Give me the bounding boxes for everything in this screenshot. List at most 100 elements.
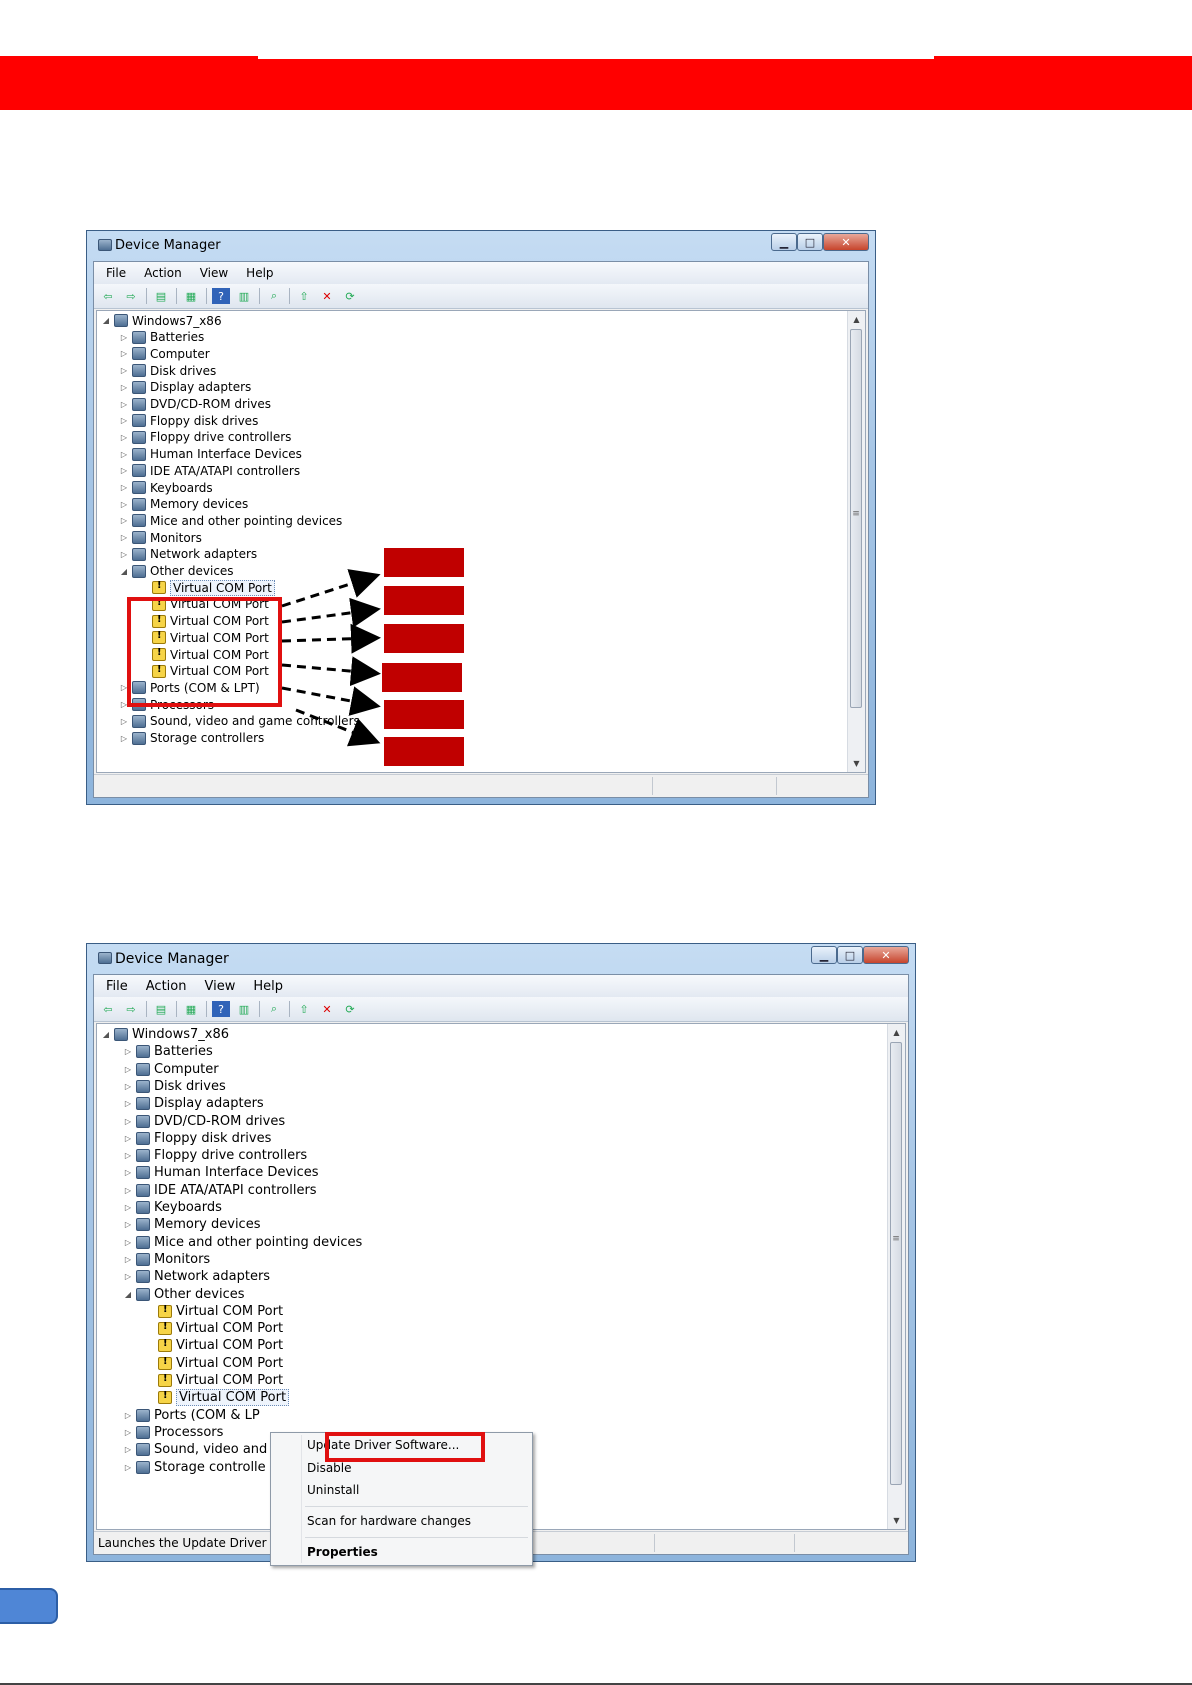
tree-device-virtual-com-port[interactable]: Virtual COM Port bbox=[145, 1372, 283, 1389]
properties-icon[interactable]: ▦ bbox=[182, 1001, 200, 1017]
device-category-icon bbox=[136, 1408, 150, 1422]
tree-category[interactable]: ▷ Mice and other pointing devices bbox=[123, 1234, 362, 1251]
expander-icon[interactable]: ▷ bbox=[123, 1238, 133, 1247]
tree-category[interactable]: ▷ Keyboards bbox=[123, 1199, 222, 1216]
toolbar-separator bbox=[176, 1001, 177, 1017]
tree-category[interactable]: ◢ Other devices bbox=[123, 1286, 245, 1303]
tree-device-virtual-com-port[interactable]: Virtual COM Port bbox=[145, 1337, 283, 1354]
tree-device-virtual-com-port[interactable]: Virtual COM Port bbox=[145, 1389, 290, 1407]
title-bar[interactable]: Device Manager ▁ □ ✕ bbox=[87, 944, 915, 974]
expander-icon[interactable]: ▷ bbox=[123, 1272, 133, 1281]
tree-device-virtual-com-port[interactable]: Virtual COM Port bbox=[145, 1355, 283, 1372]
device-category-icon bbox=[136, 1079, 150, 1093]
annotation-arrows bbox=[281, 569, 381, 747]
minimize-button[interactable]: ▁ bbox=[811, 946, 837, 964]
expander-icon[interactable]: ▷ bbox=[123, 1220, 133, 1229]
scroll-down-icon[interactable]: ▼ bbox=[888, 1512, 905, 1529]
tree-category[interactable]: ▷ Computer bbox=[123, 1061, 219, 1078]
tree-device-virtual-com-port[interactable]: Virtual COM Port bbox=[145, 1320, 283, 1337]
menu-scan-hardware[interactable]: Scan for hardware changes bbox=[307, 1514, 471, 1528]
tree-category[interactable]: ▷ Human Interface Devices bbox=[123, 1164, 319, 1181]
scroll-up-icon[interactable]: ▲ bbox=[888, 1024, 905, 1041]
tree-category[interactable]: ▷ Disk drives bbox=[123, 1078, 226, 1095]
vertical-scrollbar[interactable]: ▲ ≡ ▼ bbox=[887, 1024, 905, 1529]
tree-category[interactable]: ▷ Processors bbox=[123, 1424, 223, 1441]
menu-help[interactable]: Help bbox=[253, 979, 283, 994]
expander-icon[interactable]: ▷ bbox=[123, 1151, 133, 1160]
tree-category[interactable]: ▷ Monitors bbox=[123, 1251, 210, 1268]
device-category-icon bbox=[136, 1062, 150, 1076]
tree-category[interactable]: ▷ Memory devices bbox=[123, 1216, 261, 1233]
expander-icon[interactable]: ◢ bbox=[123, 1290, 133, 1299]
maximize-button[interactable]: □ bbox=[837, 946, 863, 964]
tree-category[interactable]: ▷ Display adapters bbox=[123, 1095, 264, 1112]
expander-icon[interactable]: ▷ bbox=[123, 1082, 133, 1091]
tree-category[interactable]: ▷ Floppy drive controllers bbox=[123, 1147, 307, 1164]
tree-category[interactable]: ▷ Ports (COM & LP bbox=[123, 1407, 260, 1424]
tree-root[interactable]: ◢ Windows7_x86 bbox=[101, 1026, 229, 1043]
menu-disable[interactable]: Disable bbox=[307, 1461, 352, 1475]
menu-view[interactable]: View bbox=[204, 979, 235, 994]
device-category-icon bbox=[136, 1270, 150, 1284]
menu-uninstall[interactable]: Uninstall bbox=[307, 1483, 359, 1497]
status-text: Launches the Update Driver S bbox=[98, 1536, 279, 1550]
tree-item-label: Computer bbox=[154, 1061, 219, 1077]
tree-item-label: Virtual COM Port bbox=[176, 1373, 284, 1388]
menu-file[interactable]: File bbox=[106, 979, 128, 994]
menu-action[interactable]: Action bbox=[146, 979, 187, 994]
menu-bar: File Action View Help bbox=[94, 975, 908, 997]
tree-item-label: Memory devices bbox=[154, 1217, 261, 1233]
tree-category[interactable]: ▷ IDE ATA/ATAPI controllers bbox=[123, 1182, 317, 1199]
expander-icon[interactable]: ▷ bbox=[123, 1463, 133, 1472]
tree-category[interactable]: ▷ Floppy disk drives bbox=[123, 1130, 271, 1147]
tree-item-label: Sound, video and bbox=[154, 1442, 268, 1458]
forward-icon[interactable]: ⇨ bbox=[122, 1001, 140, 1017]
expander-icon[interactable]: ▷ bbox=[123, 1428, 133, 1437]
menu-properties[interactable]: Properties bbox=[307, 1545, 378, 1559]
expander-icon[interactable]: ▷ bbox=[123, 1168, 133, 1177]
expander-icon[interactable]: ▷ bbox=[123, 1411, 133, 1420]
device-category-icon bbox=[136, 1097, 150, 1111]
warning-device-icon bbox=[158, 1373, 172, 1387]
expander-icon[interactable]: ▷ bbox=[123, 1134, 133, 1143]
scroll-thumb[interactable] bbox=[890, 1042, 902, 1485]
device-category-icon bbox=[136, 1149, 150, 1163]
arrow-6 bbox=[295, 708, 381, 747]
expander-icon[interactable]: ◢ bbox=[101, 1030, 111, 1039]
action-pane-icon[interactable]: ▥ bbox=[235, 1001, 253, 1017]
tree-category[interactable]: ▷ Sound, video and bbox=[123, 1441, 267, 1458]
back-icon[interactable]: ⇦ bbox=[99, 1001, 117, 1017]
expander-icon[interactable]: ▷ bbox=[123, 1203, 133, 1212]
arrow-5 bbox=[281, 686, 381, 716]
expander-icon[interactable]: ▷ bbox=[123, 1117, 133, 1126]
tree-item-label: Processors bbox=[154, 1424, 224, 1440]
tree-category[interactable]: ▷ Network adapters bbox=[123, 1268, 270, 1285]
expander-icon[interactable]: ▷ bbox=[123, 1047, 133, 1056]
placeholder-box-5 bbox=[384, 700, 464, 729]
device-category-icon bbox=[136, 1460, 150, 1474]
tree-category[interactable]: ▷ DVD/CD-ROM drives bbox=[123, 1113, 285, 1130]
update-driver-icon[interactable]: ⇧ bbox=[295, 1001, 313, 1017]
expander-icon[interactable]: ▷ bbox=[123, 1065, 133, 1074]
console-tree-icon[interactable]: ▤ bbox=[152, 1001, 170, 1017]
tree-item-label: Human Interface Devices bbox=[154, 1165, 319, 1181]
scan-hardware-icon[interactable]: ⌕ bbox=[265, 1001, 283, 1017]
help-icon[interactable]: ? bbox=[212, 1001, 230, 1017]
expander-icon[interactable]: ▷ bbox=[123, 1445, 133, 1454]
tree-category[interactable]: ▷ Storage controlle bbox=[123, 1459, 266, 1476]
tree-item-label: Disk drives bbox=[154, 1078, 226, 1094]
tree-item-label: Virtual COM Port bbox=[176, 1338, 284, 1354]
tree-item-label: Keyboards bbox=[154, 1200, 222, 1215]
placeholder-box-3 bbox=[384, 624, 464, 653]
expander-icon[interactable]: ▷ bbox=[123, 1186, 133, 1195]
enable-icon[interactable]: ⟳ bbox=[341, 1001, 359, 1017]
device-category-icon bbox=[136, 1045, 150, 1059]
close-button[interactable]: ✕ bbox=[863, 946, 909, 964]
tree-category[interactable]: ▷ Batteries bbox=[123, 1043, 213, 1060]
tree-device-virtual-com-port[interactable]: Virtual COM Port bbox=[145, 1303, 283, 1320]
warning-device-icon bbox=[158, 1321, 172, 1336]
arrow-3 bbox=[281, 623, 381, 654]
expander-icon[interactable]: ▷ bbox=[123, 1099, 133, 1108]
uninstall-icon[interactable]: ✕ bbox=[318, 1001, 336, 1017]
expander-icon[interactable]: ▷ bbox=[123, 1255, 133, 1264]
